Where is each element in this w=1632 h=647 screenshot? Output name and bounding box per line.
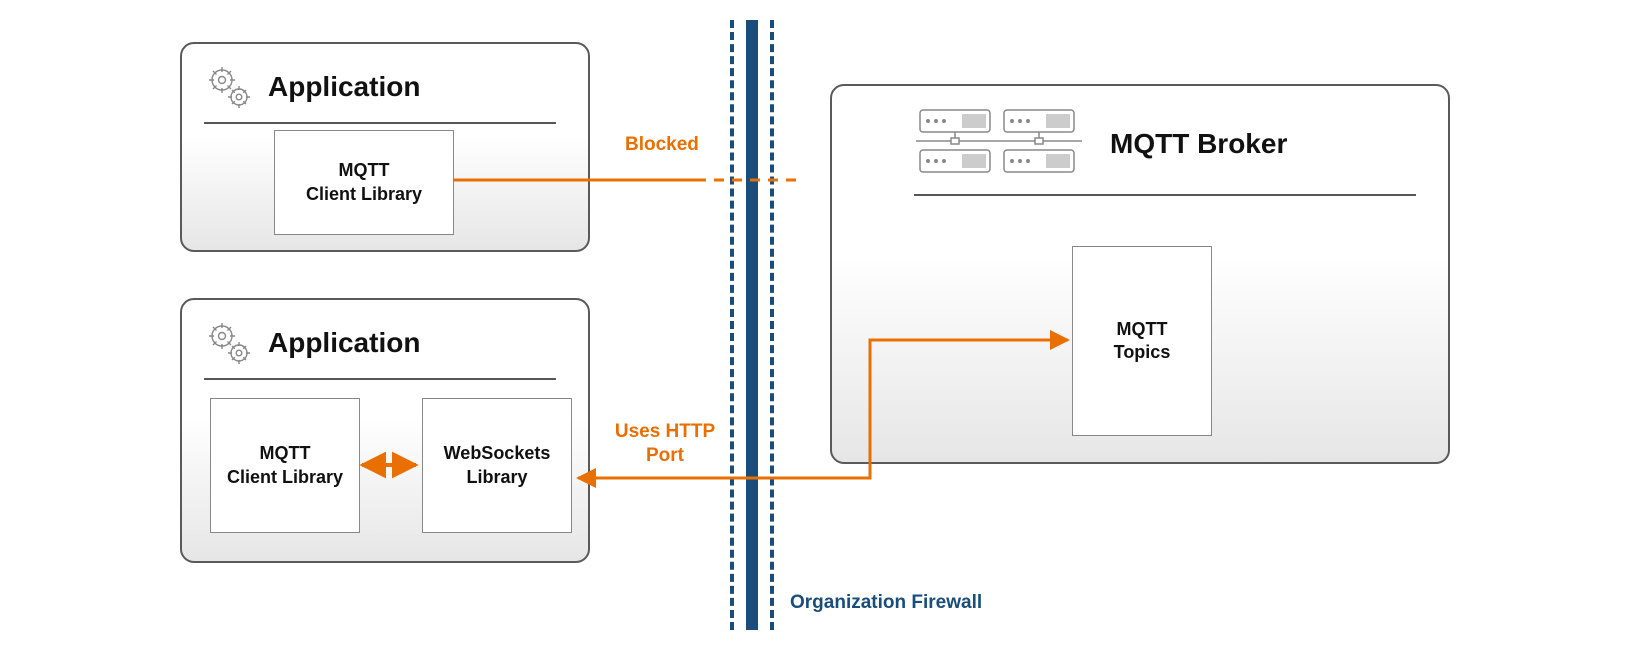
box-mqtt-client-library: MQTTClient Library <box>210 398 360 533</box>
firewall-solid <box>746 20 758 630</box>
servers-icon <box>914 104 1084 184</box>
box-label: MQTTTopics <box>1114 318 1171 365</box>
label-blocked: Blocked <box>625 133 699 157</box>
panel-mqtt-broker: MQTT Broker MQTTTopics <box>830 84 1450 464</box>
box-websockets-library: WebSocketsLibrary <box>422 398 572 533</box>
box-mqtt-topics: MQTTTopics <box>1072 246 1212 436</box>
panel-header: MQTT Broker <box>914 104 1416 196</box>
panel-application-top: Application MQTTClient Library <box>180 42 590 252</box>
panel-application-bottom: Application MQTTClient Library WebSocket… <box>180 298 590 563</box>
box-mqtt-client-library: MQTTClient Library <box>274 130 454 235</box>
panel-header: Application <box>204 62 556 124</box>
panel-title: Application <box>268 327 420 359</box>
firewall-dash-left <box>730 20 734 630</box>
firewall-dash-right <box>770 20 774 630</box>
panel-title: Application <box>268 71 420 103</box>
box-label: WebSocketsLibrary <box>444 442 551 489</box>
box-label: MQTTClient Library <box>227 442 343 489</box>
label-uses-http-port: Uses HTTPPort <box>610 420 720 468</box>
gears-icon <box>204 318 254 368</box>
box-label: MQTTClient Library <box>306 159 422 206</box>
panel-title: MQTT Broker <box>1110 128 1287 160</box>
firewall <box>730 20 774 630</box>
gears-icon <box>204 62 254 112</box>
panel-header: Application <box>204 318 556 380</box>
label-organization-firewall: Organization Firewall <box>790 592 982 614</box>
